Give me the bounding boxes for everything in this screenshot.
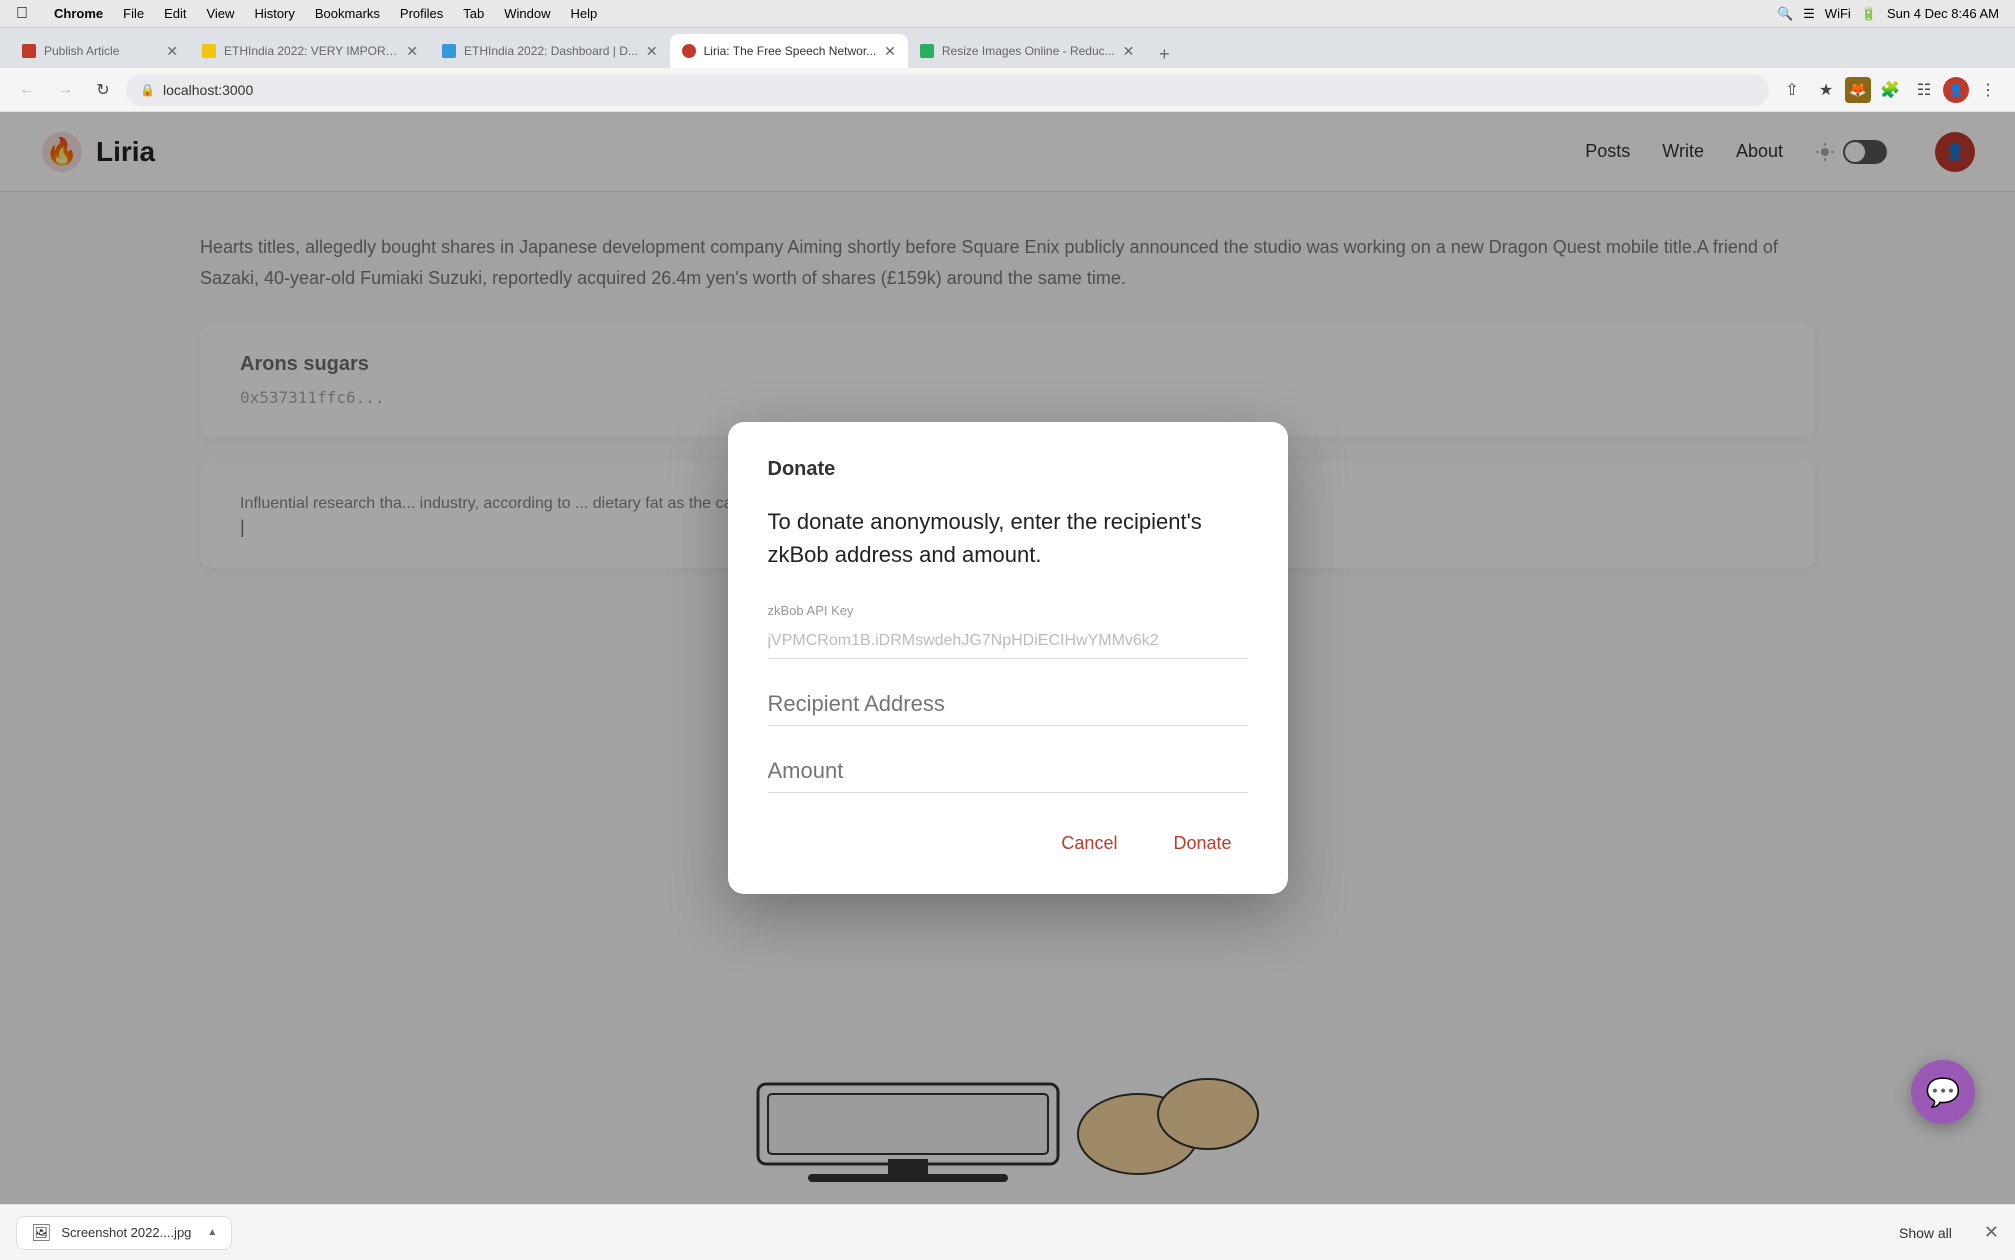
- chat-icon: 💬: [1926, 1076, 1961, 1109]
- tab-favicon-4: [682, 44, 696, 58]
- menubar-right: 🔍 ☰ ‪WiFi‬ 🔋 Sun 4 Dec 8:46 AM: [1777, 6, 1999, 22]
- menu-file[interactable]: File: [123, 6, 144, 21]
- tab-title-3: ETHIndia 2022: Dashboard | D...: [464, 44, 638, 58]
- menu-button[interactable]: ⋮: [1973, 75, 2003, 105]
- chrome-download-bar: 🖼 Screenshot 2022....jpg ▲ Show all ✕: [0, 1204, 2015, 1260]
- apple-menu[interactable]: : [16, 5, 28, 23]
- tab-close-5[interactable]: ✕: [1123, 43, 1135, 60]
- zkbob-input[interactable]: [768, 624, 1248, 659]
- recipient-input[interactable]: [768, 683, 1248, 726]
- address-bar[interactable]: 🔒 localhost:3000: [126, 74, 1769, 106]
- zkbob-field-group: zkBob API Key: [768, 603, 1248, 659]
- donate-modal: Donate To donate anonymously, enter the …: [728, 422, 1288, 894]
- tab-close-4[interactable]: ✕: [884, 43, 896, 60]
- website: 🔥 Liria Posts Write About: [0, 112, 2015, 1204]
- macos-menubar:  Chrome File Edit View History Bookmark…: [0, 0, 2015, 28]
- menu-edit[interactable]: Edit: [164, 6, 186, 21]
- browser-tab-3[interactable]: ETHIndia 2022: Dashboard | D... ✕: [430, 34, 670, 68]
- fox-extension[interactable]: 🦊: [1845, 77, 1871, 103]
- download-filename: Screenshot 2022....jpg: [61, 1225, 191, 1240]
- chrome-tabbar: Publish Article ✕ ETHIndia 2022: VERY IM…: [0, 28, 2015, 68]
- tab-close-1[interactable]: ✕: [166, 43, 178, 60]
- browser-tab-5[interactable]: Resize Images Online - Reduc... ✕: [908, 34, 1146, 68]
- tab-close-2[interactable]: ✕: [406, 43, 418, 60]
- clock: Sun 4 Dec 8:46 AM: [1887, 6, 1999, 21]
- browser-tab-1[interactable]: Publish Article ✕: [10, 34, 190, 68]
- menu-view[interactable]: View: [206, 6, 234, 21]
- new-tab-button[interactable]: +: [1150, 40, 1178, 68]
- menu-help[interactable]: Help: [571, 6, 598, 21]
- zkbob-label: zkBob API Key: [768, 603, 1248, 618]
- tab-title-1: Publish Article: [44, 44, 158, 58]
- chrome-window: Publish Article ✕ ETHIndia 2022: VERY IM…: [0, 28, 2015, 1260]
- share-button[interactable]: ⇧: [1777, 75, 1807, 105]
- wifi-icon: ‪WiFi‬: [1825, 6, 1851, 21]
- page-content: 🔥 Liria Posts Write About: [0, 112, 2015, 1204]
- download-chevron-icon[interactable]: ▲: [207, 1227, 217, 1238]
- menu-history[interactable]: History: [254, 6, 294, 21]
- amount-input[interactable]: [768, 750, 1248, 793]
- reload-button[interactable]: ↻: [88, 75, 118, 105]
- download-file-icon: 🖼: [31, 1223, 51, 1243]
- control-center-icon[interactable]: ☰: [1803, 6, 1815, 22]
- grid-button[interactable]: ☷: [1909, 75, 1939, 105]
- tab-favicon-3: [442, 44, 456, 58]
- app-menu-chrome[interactable]: Chrome: [54, 6, 103, 21]
- bookmark-button[interactable]: ★: [1811, 75, 1841, 105]
- tab-favicon-5: [920, 44, 934, 58]
- menu-tab[interactable]: Tab: [463, 6, 484, 21]
- spotlight-icon[interactable]: 🔍: [1777, 6, 1793, 22]
- cancel-button[interactable]: Cancel: [1045, 825, 1133, 862]
- download-bar-close[interactable]: ✕: [1984, 1222, 1999, 1243]
- tab-title-2: ETHIndia 2022: VERY IMPORT...: [224, 44, 398, 58]
- lock-icon: 🔒: [140, 83, 155, 97]
- url-text: localhost:3000: [163, 82, 1755, 98]
- tab-title-4: Liria: The Free Speech Networ...: [704, 44, 877, 58]
- back-button[interactable]: ←: [12, 75, 42, 105]
- modal-description: To donate anonymously, enter the recipie…: [768, 505, 1248, 571]
- modal-actions: Cancel Donate: [768, 825, 1248, 862]
- tab-favicon-2: [202, 44, 216, 58]
- profile-button[interactable]: 👤: [1943, 77, 1969, 103]
- modal-overlay[interactable]: Donate To donate anonymously, enter the …: [0, 112, 2015, 1204]
- recipient-field-group: [768, 683, 1248, 726]
- toolbar-actions: ⇧ ★ 🦊 🧩 ☷ 👤 ⋮: [1777, 75, 2003, 105]
- forward-button[interactable]: →: [50, 75, 80, 105]
- browser-tab-4[interactable]: Liria: The Free Speech Networ... ✕: [670, 34, 908, 68]
- browser-tab-2[interactable]: ETHIndia 2022: VERY IMPORT... ✕: [190, 34, 430, 68]
- menu-bookmarks[interactable]: Bookmarks: [315, 6, 380, 21]
- chat-fab-button[interactable]: 💬: [1911, 1060, 1975, 1124]
- show-all-button[interactable]: Show all: [1887, 1219, 1964, 1247]
- menu-profiles[interactable]: Profiles: [400, 6, 443, 21]
- tab-close-3[interactable]: ✕: [646, 43, 658, 60]
- tab-title-5: Resize Images Online - Reduc...: [942, 44, 1115, 58]
- donate-button[interactable]: Donate: [1157, 825, 1247, 862]
- chrome-toolbar: ← → ↻ 🔒 localhost:3000 ⇧ ★ 🦊 🧩 ☷ 👤 ⋮: [0, 68, 2015, 112]
- battery-icon: 🔋: [1861, 6, 1877, 22]
- modal-title: Donate: [768, 458, 1248, 481]
- puzzle-button[interactable]: 🧩: [1875, 75, 1905, 105]
- menu-window[interactable]: Window: [504, 6, 550, 21]
- tab-favicon-1: [22, 44, 36, 58]
- amount-field-group: [768, 750, 1248, 793]
- download-item[interactable]: 🖼 Screenshot 2022....jpg ▲: [16, 1216, 232, 1250]
